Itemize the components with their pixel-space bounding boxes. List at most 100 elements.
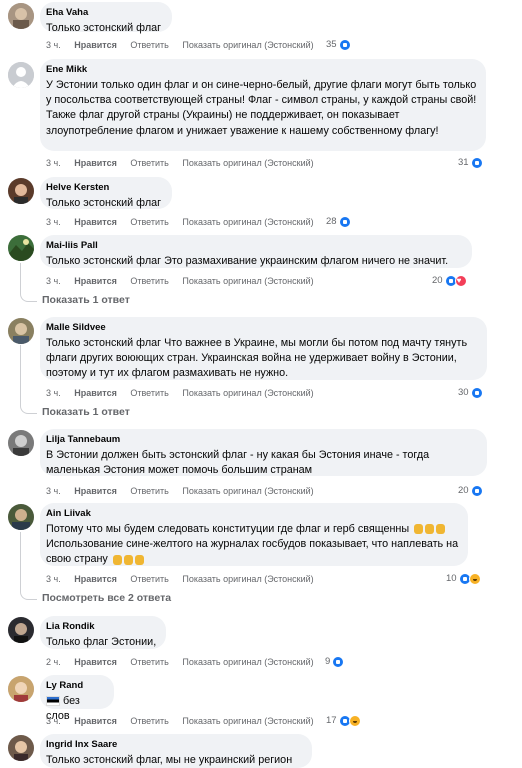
thread-connector	[20, 291, 37, 302]
author-name[interactable]: Mai-liis Pall	[46, 240, 464, 252]
comment-bubble: Ly Rand без слов	[40, 675, 114, 722]
reaction-count[interactable]: 20	[432, 275, 467, 287]
reply-button[interactable]: Ответить	[130, 716, 168, 726]
timestamp[interactable]: 3 ч.	[46, 158, 61, 168]
like-button[interactable]: Нравится	[74, 716, 117, 726]
author-name[interactable]: Ene Mikk	[46, 64, 478, 76]
show-original-button[interactable]: Показать оригинал (Эстонский)	[182, 40, 313, 50]
comment-text: Только эстонский флаг	[46, 22, 162, 34]
avatar[interactable]	[8, 617, 34, 643]
reaction-count[interactable]: 28	[326, 216, 351, 228]
show-original-button[interactable]: Показать оригинал (Эстонский)	[182, 657, 313, 667]
comment-bubble: Ain Liivak Потому что мы будем следовать…	[40, 503, 468, 566]
comment-actions: 3 ч. Нравится Ответить Показать оригинал…	[46, 486, 325, 497]
avatar[interactable]	[8, 430, 34, 456]
show-original-button[interactable]: Показать оригинал (Эстонский)	[182, 574, 313, 584]
clapping-hands-emoji-icon	[436, 524, 446, 535]
reaction-count[interactable]: 17	[326, 715, 361, 727]
comment-actions: 3 ч. Нравится Ответить Показать оригинал…	[46, 40, 325, 51]
avatar[interactable]	[8, 676, 34, 702]
show-original-button[interactable]: Показать оригинал (Эстонский)	[182, 388, 313, 398]
show-replies-button[interactable]: Показать 1 ответ	[42, 294, 130, 307]
thread-connector	[20, 589, 37, 600]
reply-button[interactable]: Ответить	[130, 40, 168, 50]
reaction-count[interactable]: 31	[458, 157, 483, 169]
reply-button[interactable]: Ответить	[130, 276, 168, 286]
clapping-hands-emoji-icon	[112, 554, 122, 565]
show-original-button[interactable]: Показать оригинал (Эстонский)	[182, 217, 313, 227]
show-original-button[interactable]: Показать оригинал (Эстонский)	[182, 276, 313, 286]
show-replies-button[interactable]: Показать 1 ответ	[42, 406, 130, 419]
author-name[interactable]: Eha Vaha	[46, 7, 164, 19]
like-button[interactable]: Нравится	[74, 217, 117, 227]
author-name[interactable]: Malle Sildvee	[46, 322, 479, 334]
author-name[interactable]: Ingrid Inx Saare	[46, 739, 304, 751]
show-original-button[interactable]: Показать оригинал (Эстонский)	[182, 486, 313, 496]
avatar[interactable]	[8, 235, 34, 261]
haha-icon	[468, 573, 481, 585]
reaction-count[interactable]: 35	[326, 39, 351, 51]
reaction-count[interactable]: 9	[325, 656, 345, 668]
like-button[interactable]: Нравится	[74, 486, 117, 496]
reply-button[interactable]: Ответить	[130, 217, 168, 227]
reply-button[interactable]: Ответить	[130, 574, 168, 584]
reply-button[interactable]: Ответить	[130, 657, 168, 667]
timestamp[interactable]: 3 ч.	[46, 276, 61, 286]
comment-actions: 3 ч. Нравится Ответить Показать оригинал…	[46, 388, 325, 399]
timestamp[interactable]: 3 ч.	[46, 388, 61, 398]
timestamp[interactable]: 2 ч.	[46, 657, 61, 667]
like-icon	[338, 39, 351, 51]
timestamp[interactable]: 3 ч.	[46, 574, 61, 584]
like-button[interactable]: Нравится	[74, 388, 117, 398]
reply-button[interactable]: Ответить	[130, 388, 168, 398]
reply-button[interactable]: Ответить	[130, 158, 168, 168]
author-name[interactable]: Lia Rondik	[46, 621, 158, 633]
reply-button[interactable]: Ответить	[130, 486, 168, 496]
author-name[interactable]: Ly Rand	[46, 680, 106, 692]
comment-bubble: Malle Sildvee Только эстонский флаг Что …	[40, 317, 487, 380]
comment-actions: 3 ч. Нравится Ответить Показать оригинал…	[46, 276, 325, 287]
avatar[interactable]	[8, 3, 34, 29]
clapping-hands-emoji-icon	[123, 554, 133, 565]
like-icon	[470, 387, 483, 399]
avatar[interactable]	[8, 318, 34, 344]
author-name[interactable]: Ain Liivak	[46, 508, 460, 520]
author-name[interactable]: Lilja Tannebaum	[46, 434, 479, 446]
comment-text: Только эстонский флаг Это размахивание у…	[46, 255, 449, 267]
like-button[interactable]: Нравится	[74, 574, 117, 584]
comment-text: Только эстонский флаг Что важнее в Украи…	[46, 337, 468, 380]
clapping-hands-emoji-icon	[425, 524, 435, 535]
avatar[interactable]	[8, 735, 34, 761]
show-replies-button[interactable]: Посмотреть все 2 ответа	[42, 592, 171, 605]
like-icon	[338, 216, 351, 228]
comment-bubble: Lia Rondik Только флаг Эстонии,	[40, 616, 166, 649]
like-button[interactable]: Нравится	[74, 40, 117, 50]
avatar[interactable]	[8, 504, 34, 530]
comment-bubble: Eha Vaha Только эстонский флаг	[40, 2, 172, 34]
comment-actions: 3 ч. Нравится Ответить Показать оригинал…	[46, 158, 325, 169]
comment-text: У Эстонии только один флаг и он сине-чер…	[46, 79, 477, 137]
avatar[interactable]	[8, 62, 34, 88]
comment-actions: 3 ч. Нравится Ответить Показать оригинал…	[46, 574, 325, 585]
author-name[interactable]: Helve Kersten	[46, 182, 164, 194]
estonia-flag-icon	[46, 696, 60, 707]
show-original-button[interactable]: Показать оригинал (Эстонский)	[182, 158, 313, 168]
comment-actions: 3 ч. Нравится Ответить Показать оригинал…	[46, 217, 325, 228]
like-icon	[470, 485, 483, 497]
reaction-count[interactable]: 10	[446, 573, 481, 585]
like-button[interactable]: Нравится	[74, 158, 117, 168]
avatar[interactable]	[8, 178, 34, 204]
show-original-button[interactable]: Показать оригинал (Эстонский)	[182, 716, 313, 726]
reaction-count[interactable]: 20	[458, 485, 483, 497]
comment-text: Только эстонский флаг, мы не украинский …	[46, 754, 293, 766]
timestamp[interactable]: 3 ч.	[46, 486, 61, 496]
timestamp[interactable]: 3 ч.	[46, 716, 61, 726]
timestamp[interactable]: 3 ч.	[46, 40, 61, 50]
like-icon	[470, 157, 483, 169]
timestamp[interactable]: 3 ч.	[46, 217, 61, 227]
like-button[interactable]: Нравится	[74, 657, 117, 667]
clapping-hands-emoji-icon	[414, 524, 424, 535]
reaction-count[interactable]: 30	[458, 387, 483, 399]
comment-bubble: Ene Mikk У Эстонии только один флаг и он…	[40, 59, 486, 151]
like-button[interactable]: Нравится	[74, 276, 117, 286]
